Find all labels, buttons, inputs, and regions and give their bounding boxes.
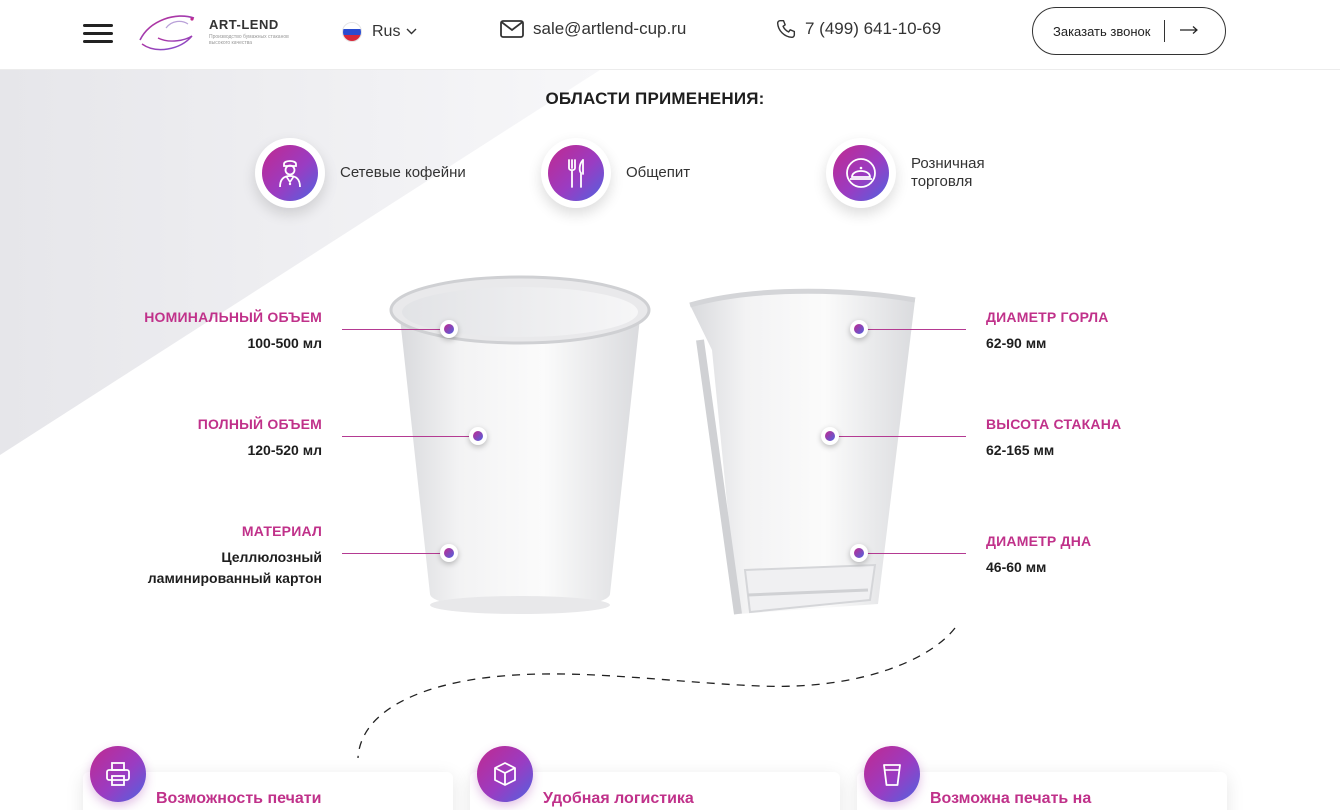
feature-title: Возможна печать на bbox=[930, 790, 1092, 807]
pointer-line bbox=[342, 553, 442, 554]
area-icon-wrapper bbox=[826, 138, 896, 208]
arrow-right-icon bbox=[1179, 22, 1199, 40]
spec-neck-diameter: ДИАМЕТР ГОРЛА 62-90 мм bbox=[986, 309, 1109, 354]
logo-tagline: Производство бумажных стаканов высокого … bbox=[209, 34, 289, 46]
printer-icon bbox=[90, 746, 146, 802]
spec-nominal-volume: НОМИНАЛЬНЫЙ ОБЪЕМ 100-500 мл bbox=[144, 309, 322, 354]
spec-title: ДИАМЕТР ГОРЛА bbox=[986, 309, 1109, 325]
spec-bottom-diameter: ДИАМЕТР ДНА 46-60 мм bbox=[986, 533, 1091, 578]
callback-button[interactable]: Заказать звонок bbox=[1032, 7, 1226, 55]
email-text: sale@artlend-cup.ru bbox=[533, 19, 687, 38]
chevron-down-icon bbox=[406, 27, 417, 38]
spec-value: 100-500 мл bbox=[247, 335, 322, 351]
marker-dot bbox=[850, 320, 868, 338]
callback-label: Заказать звонок bbox=[1053, 23, 1151, 39]
area-coffee-chains: Сетевые кофейни bbox=[255, 138, 466, 208]
pointer-line bbox=[342, 329, 442, 330]
section-title: ОБЛАСТИ ПРИМЕНЕНИЯ: bbox=[545, 89, 765, 108]
site-header: ART-LEND Производство бумажных стаканов … bbox=[0, 0, 1340, 70]
cloche-icon bbox=[833, 145, 889, 201]
area-label: Сетевые кофейни bbox=[340, 164, 466, 181]
phone-text: 7 (499) 641-10-69 bbox=[805, 19, 942, 38]
barista-icon bbox=[262, 145, 318, 201]
marker-dot bbox=[440, 544, 458, 562]
spec-full-volume: ПОЛНЫЙ ОБЪЕМ 120-520 мл bbox=[198, 416, 322, 461]
menu-burger-icon[interactable] bbox=[83, 24, 113, 44]
area-label: Общепит bbox=[626, 164, 691, 181]
spec-value: 120-520 мл bbox=[247, 442, 322, 458]
spec-title: ДИАМЕТР ДНА bbox=[986, 533, 1092, 549]
marker-dot bbox=[821, 427, 839, 445]
spec-title: МАТЕРИАЛ bbox=[241, 523, 322, 539]
phone-icon bbox=[776, 19, 796, 39]
spec-value: 62-165 мм bbox=[986, 442, 1055, 458]
spec-title: ВЫСОТА СТАКАНА bbox=[986, 416, 1122, 432]
marker-dot bbox=[469, 427, 487, 445]
pointer-line bbox=[838, 436, 966, 437]
box-icon bbox=[477, 746, 533, 802]
spec-title: НОМИНАЛЬНЫЙ ОБЪЕМ bbox=[144, 309, 322, 325]
logo[interactable]: ART-LEND Производство бумажных стаканов … bbox=[136, 10, 289, 56]
spec-title: ПОЛНЫЙ ОБЪЕМ bbox=[197, 416, 322, 432]
area-icon-wrapper bbox=[255, 138, 325, 208]
spec-cup-height: ВЫСОТА СТАКАНА 62-165 мм bbox=[986, 416, 1121, 461]
email-link[interactable]: sale@artlend-cup.ru bbox=[500, 19, 686, 39]
pointer-line bbox=[866, 329, 966, 330]
spec-value: 62-90 мм bbox=[986, 335, 1047, 351]
fork-knife-icon bbox=[548, 145, 604, 201]
area-retail: Розничная торговля bbox=[826, 138, 1001, 208]
marker-dot bbox=[440, 320, 458, 338]
pointer-line bbox=[342, 436, 470, 437]
phone-link[interactable]: 7 (499) 641-10-69 bbox=[776, 19, 941, 39]
callback-divider bbox=[1164, 20, 1166, 42]
logo-mark-icon bbox=[139, 15, 195, 51]
cups-illustration bbox=[357, 275, 956, 759]
envelope-icon bbox=[500, 20, 524, 38]
russia-flag-icon bbox=[342, 22, 362, 42]
spec-value: 46-60 мм bbox=[986, 559, 1047, 575]
area-icon-wrapper bbox=[541, 138, 611, 208]
marker-dot bbox=[850, 544, 868, 562]
feature-title: Возможность печати bbox=[156, 790, 322, 807]
language-label: Rus bbox=[372, 23, 401, 40]
spec-value: Целлюлозный ламинированный картон bbox=[147, 549, 322, 586]
logo-name: ART-LEND bbox=[209, 17, 279, 32]
language-select[interactable]: Rus bbox=[342, 20, 417, 44]
spec-material: МАТЕРИАЛ Целлюлозный ламинированный карт… bbox=[122, 523, 322, 589]
feature-title: Удобная логистика bbox=[543, 790, 694, 807]
area-catering: Общепит bbox=[541, 138, 690, 208]
pointer-line bbox=[866, 553, 966, 554]
area-label: Розничная торговля bbox=[911, 155, 985, 190]
cup-icon bbox=[864, 746, 920, 802]
